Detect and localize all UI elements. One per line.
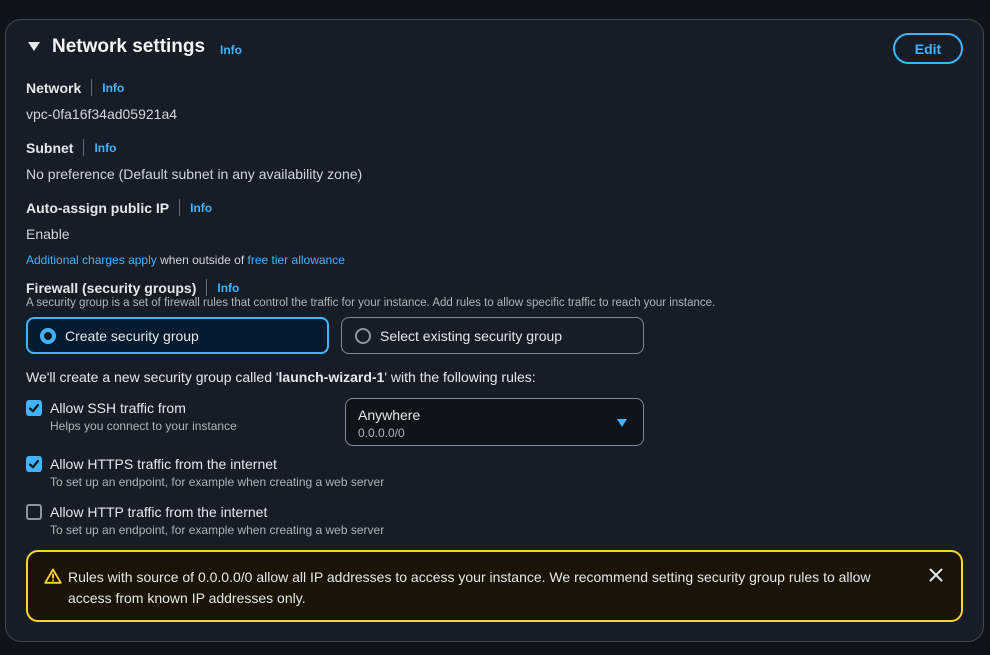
- firewall-description: A security group is a set of firewall ru…: [26, 297, 716, 309]
- radio-unselected-icon[interactable]: [355, 327, 371, 344]
- ssh-rule-desc: Helps you connect to your instance: [50, 419, 237, 433]
- close-icon[interactable]: [929, 568, 943, 582]
- ssh-source-cidr: 0.0.0.0/0: [358, 426, 405, 440]
- auto-ip-label: Auto-assign public IP: [26, 199, 170, 216]
- radio-selected-icon[interactable]: [40, 327, 56, 344]
- charges-note-text: when outside of: [156, 253, 248, 267]
- subnet-value: No preference (Default subnet in any ava…: [26, 166, 363, 182]
- http-rule-desc: To set up an endpoint, for example when …: [50, 523, 385, 537]
- http-rule-title[interactable]: Allow HTTP traffic from the internet: [50, 504, 267, 520]
- network-value: vpc-0fa16f34ad05921a4: [26, 106, 178, 122]
- open-access-warning: Rules with source of 0.0.0.0/0 allow all…: [26, 550, 963, 622]
- https-rule-desc: To set up an endpoint, for example when …: [50, 475, 385, 489]
- warning-icon: [44, 568, 62, 584]
- auto-ip-value: Enable: [26, 226, 70, 242]
- divider: [179, 199, 181, 216]
- subnet-label: Subnet: [26, 139, 74, 156]
- ssh-rule-title[interactable]: Allow SSH traffic from: [50, 400, 186, 416]
- security-group-name: launch-wizard-1: [278, 369, 385, 385]
- select-existing-security-group-option[interactable]: Select existing security group: [341, 317, 644, 354]
- charges-note: Additional charges apply when outside of…: [26, 253, 345, 267]
- ssh-source-select[interactable]: Anywhere 0.0.0.0/0: [345, 398, 644, 446]
- dropdown-caret-icon[interactable]: [617, 419, 627, 427]
- check-icon: [28, 403, 40, 413]
- http-checkbox[interactable]: [26, 504, 42, 520]
- divider: [91, 79, 93, 96]
- warning-message: Rules with source of 0.0.0.0/0 allow all…: [68, 569, 871, 606]
- firewall-label-row: Firewall (security groups) Info: [26, 279, 239, 296]
- network-label-row: Network Info: [26, 79, 124, 96]
- free-tier-link[interactable]: free tier allowance: [248, 253, 345, 267]
- subnet-label-row: Subnet Info: [26, 139, 116, 156]
- divider: [206, 279, 208, 296]
- section-info-link[interactable]: Info: [220, 43, 242, 57]
- firewall-info-link[interactable]: Info: [217, 281, 239, 295]
- subnet-info-link[interactable]: Info: [94, 141, 116, 155]
- create-security-group-label: Create security group: [65, 327, 199, 344]
- create-sg-note-suffix: ' with the following rules:: [384, 369, 536, 385]
- edit-button[interactable]: Edit: [893, 33, 963, 64]
- https-rule-title[interactable]: Allow HTTPS traffic from the internet: [50, 456, 277, 472]
- select-existing-label: Select existing security group: [380, 327, 563, 344]
- auto-ip-label-row: Auto-assign public IP Info: [26, 199, 212, 216]
- divider: [83, 139, 85, 156]
- check-icon: [28, 459, 40, 469]
- caret-down-icon[interactable]: [28, 42, 40, 51]
- network-label: Network: [26, 79, 82, 96]
- create-security-group-option[interactable]: Create security group: [26, 317, 329, 354]
- auto-ip-info-link[interactable]: Info: [190, 201, 212, 215]
- firewall-label: Firewall (security groups): [26, 279, 197, 296]
- create-sg-note-prefix: We'll create a new security group called…: [26, 369, 279, 385]
- https-checkbox[interactable]: [26, 456, 42, 472]
- ssh-checkbox[interactable]: [26, 400, 42, 416]
- section-title[interactable]: Network settings: [52, 36, 205, 58]
- ssh-source-value: Anywhere: [358, 407, 421, 423]
- create-sg-note: We'll create a new security group called…: [26, 369, 536, 385]
- network-info-link[interactable]: Info: [102, 81, 124, 95]
- additional-charges-link[interactable]: Additional charges apply: [26, 253, 157, 267]
